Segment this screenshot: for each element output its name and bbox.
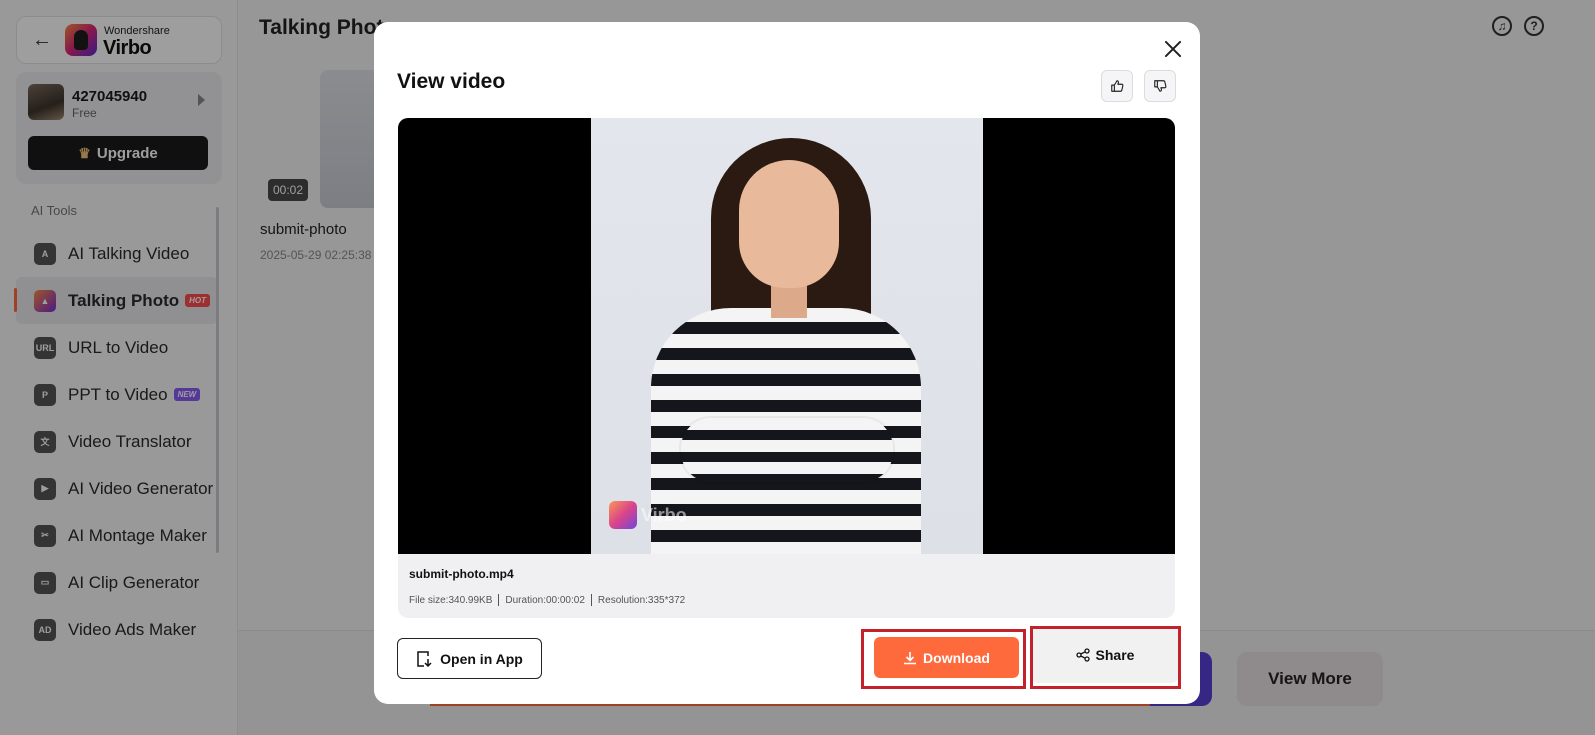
portrait-face (739, 160, 839, 288)
file-meta: File size:340.99KB Duration:00:00:02 Res… (409, 594, 685, 606)
view-video-modal: View video Virbo submit-photo.mp4 File s… (374, 22, 1200, 704)
close-icon[interactable] (1162, 38, 1184, 60)
open-in-app-icon (417, 650, 432, 667)
modal-title: View video (397, 70, 506, 93)
divider (590, 594, 592, 606)
file-duration: Duration:00:00:02 (505, 594, 585, 606)
watermark-text: Virbo (641, 505, 687, 525)
thumbs-up-icon (1111, 80, 1124, 92)
thumbs-up-button[interactable] (1101, 70, 1133, 102)
talking-photo-preview: Virbo (591, 118, 983, 554)
portrait-arms (681, 418, 893, 482)
open-in-app-button[interactable]: Open in App (397, 638, 542, 679)
divider (498, 594, 500, 606)
thumbs-down-button[interactable] (1144, 70, 1176, 102)
watermark-logo (609, 501, 637, 529)
file-size: File size:340.99KB (409, 594, 493, 606)
open-in-app-label: Open in App (440, 650, 523, 667)
file-resolution: Resolution:335*372 (597, 594, 686, 606)
share-highlight (1030, 626, 1181, 689)
video-frame[interactable]: Virbo (398, 118, 1175, 554)
download-highlight (861, 629, 1026, 689)
video-player: Virbo submit-photo.mp4 File size:340.99K… (398, 118, 1175, 618)
thumbs-down-icon (1154, 80, 1167, 92)
file-name: submit-photo.mp4 (409, 567, 514, 581)
